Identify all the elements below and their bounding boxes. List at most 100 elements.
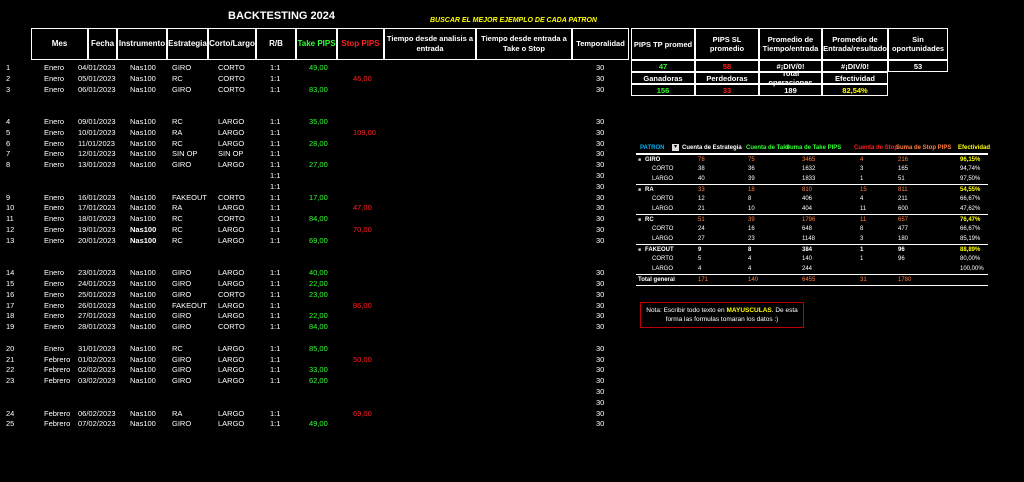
table-row[interactable]: 7 Enero 12/01/2023 Nas100 SIN OP SIN OP 1:1 30 (0, 149, 630, 159)
table-row[interactable]: 6 Enero 11/01/2023 Nas100 RC LARGO 1:1 28,00 30 (0, 139, 630, 149)
table-row[interactable]: 2 Enero 05/01/2023 Nas100 RC CORTO 1:1 46,00 30 (0, 74, 630, 84)
table-row[interactable]: 16 Enero 25/01/2023 Nas100 GIRO CORTO 1:1 23,00… (0, 290, 630, 300)
pivot-value: 600 (898, 206, 909, 212)
cell-temp: 30 (596, 203, 605, 213)
summary-value: 47 (631, 60, 695, 72)
cell-cl: CORTO (218, 73, 245, 83)
cell-temp: 30 (596, 397, 605, 407)
header-cell[interactable]: Temporalidad (572, 28, 629, 60)
table-row[interactable]: 1:1 30 (0, 171, 630, 181)
header-cell[interactable]: Fecha (88, 28, 117, 60)
cell-cl: LARGO (218, 365, 245, 375)
cell-temp: 30 (596, 149, 605, 159)
header-cell[interactable]: Estrategia (167, 28, 208, 60)
pivot-value: 3 (860, 166, 864, 172)
table-row[interactable]: 25 Febrero 07/02/2023 Nas100 GIRO LARGO 1:1 49,… (0, 419, 630, 429)
table-row[interactable] (0, 106, 630, 116)
header-cell[interactable]: Mes (31, 28, 88, 60)
cell-cl: LARGO (218, 203, 245, 213)
cell-mes: Enero (44, 225, 65, 234)
pivot-value: 47,62% (960, 206, 981, 212)
summary-value: 33 (695, 84, 759, 96)
header-cell[interactable]: Tiempo desde entrada a Take o Stop (476, 28, 572, 60)
table-row[interactable]: 20 Enero 31/01/2023 Nas100 RC LARGO 1:1 85,00 30 (0, 344, 630, 354)
table-row[interactable]: 21 Febrero 01/02/2023 Nas100 GIRO LARGO 1:1 50,… (0, 355, 630, 365)
pivot-group-row[interactable]: Total general 171 140 6455 31 1780 (636, 274, 988, 286)
table-row[interactable]: 8 Enero 13/01/2023 Nas100 GIRO LARGO 1:1 27,00 3… (0, 160, 630, 170)
cell-inst: Nas100 (130, 279, 156, 288)
table-row[interactable] (0, 95, 630, 105)
cell-mes: Enero (44, 289, 65, 299)
cell-mes: Enero (44, 235, 65, 245)
pivot-value: 171 (698, 277, 709, 283)
cell-mes: Enero (44, 160, 65, 170)
header-cell[interactable]: Take PIPS (296, 28, 337, 60)
cell-temp: 30 (596, 268, 605, 278)
cell-inst: Nas100 (130, 63, 156, 72)
cell-take: 83,00 (309, 84, 328, 94)
note-highlight: MAYUSCULAS (726, 307, 772, 314)
table-row[interactable] (0, 257, 630, 267)
table-row[interactable]: 30 (0, 387, 630, 397)
cell-n: 25 (6, 419, 15, 429)
table-row[interactable]: 22 Febrero 02/02/2023 Nas100 GIRO LARGO 1:1 33,… (0, 365, 630, 375)
cell-n: 20 (6, 343, 15, 353)
cell-stop: 109,00 (353, 127, 376, 137)
cell-cl: LARGO (218, 138, 245, 148)
table-row[interactable]: 4 Enero 09/01/2023 Nas100 RC LARGO 1:1 35,00 30 (0, 117, 630, 127)
table-row[interactable] (0, 247, 630, 257)
cell-n: 19 (6, 322, 15, 332)
table-row[interactable]: 1:1 30 (0, 182, 630, 192)
cell-est: GIRO (172, 160, 192, 170)
table-row[interactable]: 12 Enero 19/01/2023 Nas100 RC LARGO 1:1 70,00 30 (0, 225, 630, 235)
header-cell[interactable]: Stop PIPS (337, 28, 384, 60)
table-row[interactable]: 17 Enero 26/01/2023 Nas100 FAKEOUT LARGO 1:1 86… (0, 301, 630, 311)
table-row[interactable]: 5 Enero 10/01/2023 Nas100 RA LARGO 1:1 109,00 30 (0, 128, 630, 138)
header-cell[interactable]: Instrumento (117, 28, 167, 60)
pivot-subrow: LARGO 21 10 404 11 600 47,62% (636, 204, 988, 214)
table-row[interactable]: 19 Enero 28/01/2023 Nas100 GIRO CORTO 1:1 84,00… (0, 322, 630, 332)
cell-temp: 30 (596, 235, 605, 245)
cell-mes: Enero (44, 214, 65, 224)
pivot-value: 4 (860, 196, 864, 202)
table-row[interactable] (0, 333, 630, 343)
cell-rb: 1:1 (270, 225, 281, 234)
table-row[interactable]: 24 Febrero 06/02/2023 Nas100 RA LARGO 1:1 69,00… (0, 409, 630, 419)
summary-header: Promedio de Entrada/resultado (822, 28, 888, 60)
pivot-value: 1632 (802, 166, 816, 172)
header-cell[interactable]: Corto/Largo (208, 28, 256, 60)
pivot-filter-header[interactable]: PATRON (640, 143, 664, 153)
table-row[interactable]: 30 (0, 398, 630, 408)
cell-mes: Enero (44, 300, 65, 310)
table-row[interactable]: 23 Febrero 03/02/2023 Nas100 GIRO LARGO 1:1 62,… (0, 376, 630, 386)
table-row[interactable]: 3 Enero 06/01/2023 Nas100 GIRO CORTO 1:1 83,00 3… (0, 85, 630, 95)
table-row[interactable]: 1 Enero 04/01/2023 Nas100 GIRO CORTO 1:1 49,00 3… (0, 63, 630, 73)
cell-cl: LARGO (218, 160, 245, 170)
cell-fecha: 13/01/2023 (78, 160, 116, 170)
table-row[interactable]: 14 Enero 23/01/2023 Nas100 GIRO LARGO 1:1 40,00… (0, 268, 630, 278)
cell-rb: 1:1 (270, 376, 281, 386)
filter-dropdown-icon[interactable]: ▾ (672, 144, 679, 151)
pivot-value: 477 (898, 226, 909, 232)
cell-fecha: 04/01/2023 (78, 63, 116, 72)
table-row[interactable]: 15 Enero 24/01/2023 Nas100 GIRO LARGO 1:1 22,00… (0, 279, 630, 289)
cell-take: 33,00 (309, 365, 328, 375)
pivot-row-label: LARGO (652, 266, 674, 272)
header-cell[interactable]: Tiempo desde analisis a entrada (384, 28, 476, 60)
cell-cl: LARGO (218, 419, 245, 429)
cell-n: 13 (6, 235, 15, 245)
pivot-value: 1148 (802, 236, 815, 242)
pivot-header: Cuenta de Estrategia (682, 145, 742, 151)
pivot-value: 66,67% (960, 226, 981, 232)
pivot-value: 406 (802, 196, 813, 202)
table-row[interactable]: 11 Enero 18/01/2023 Nas100 RC CORTO 1:1 84,00 30 (0, 214, 630, 224)
table-row[interactable]: 9 Enero 16/01/2023 Nas100 FAKEOUT CORTO 1:1 17,… (0, 193, 630, 203)
cell-rb: 1:1 (270, 160, 281, 170)
pivot-header: Suma de Stop PIPS (896, 145, 952, 151)
table-row[interactable]: 10 Enero 17/01/2023 Nas100 RA LARGO 1:1 47,00 30 (0, 203, 630, 213)
cell-inst: Nas100 (130, 376, 156, 386)
cell-take: 84,00 (309, 322, 328, 332)
header-cell[interactable]: R/B (256, 28, 296, 60)
table-row[interactable]: 18 Enero 27/01/2023 Nas100 GIRO LARGO 1:1 22,00… (0, 311, 630, 321)
table-row[interactable]: 13 Enero 20/01/2023 Nas100 RC LARGO 1:1 69,00 30 (0, 236, 630, 246)
